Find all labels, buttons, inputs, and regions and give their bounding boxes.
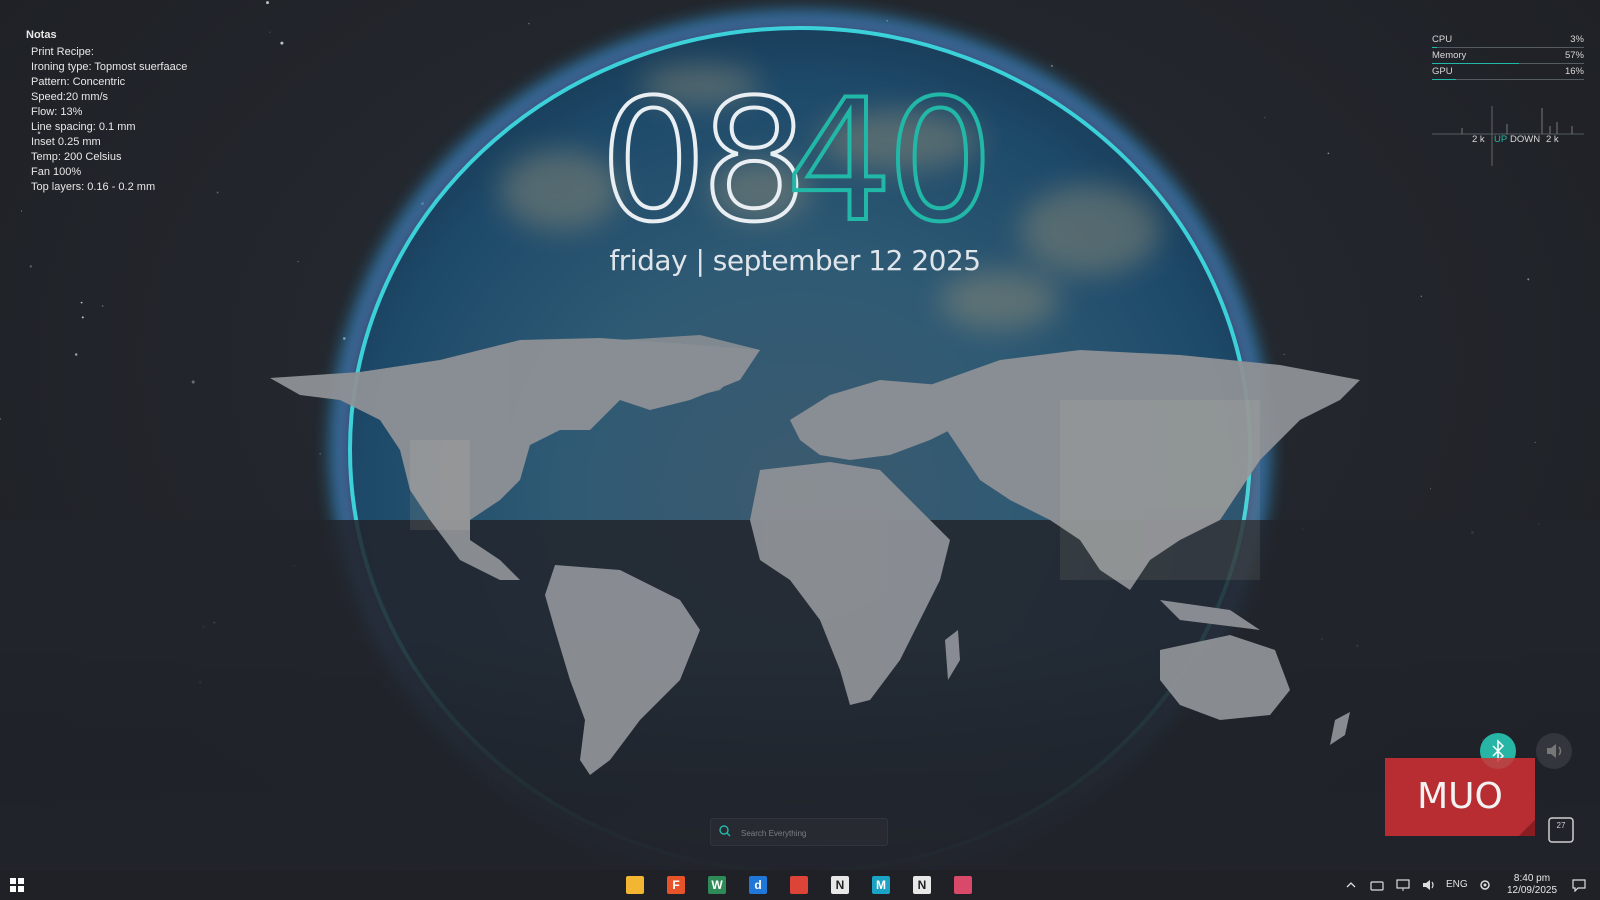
notes-line: Temp: 200 Celsius [31, 151, 122, 163]
volume-button[interactable] [1536, 733, 1572, 769]
notion-2-icon[interactable]: N [913, 876, 931, 894]
net-up-label: UP [1494, 134, 1508, 145]
app-m-icon[interactable]: M [872, 876, 890, 894]
notes-line: Fan 100% [31, 166, 82, 178]
gpu-value: 16% [1564, 66, 1584, 77]
app-f-icon[interactable]: F [667, 876, 685, 894]
notes-title: Notas [26, 29, 57, 41]
network-graph [1432, 106, 1584, 166]
net-down-label: DOWN [1510, 134, 1541, 145]
clock-widget: 08 40 [598, 63, 996, 259]
volume-icon[interactable] [1422, 878, 1436, 892]
chevron-up-icon[interactable] [1346, 880, 1356, 890]
cpu-value: 3% [1570, 34, 1584, 45]
clock-hours: 08 [598, 63, 810, 259]
taskbar-date: 12/09/2025 [1506, 885, 1558, 896]
notes-line: Inset 0.25 mm [31, 136, 101, 148]
search-icon [719, 825, 731, 837]
memory-label: Memory [1432, 50, 1467, 61]
notes-line: Pattern: Concentric [31, 76, 126, 88]
memory-value: 57% [1564, 50, 1584, 61]
memory-meter: Memory 57% [1432, 49, 1584, 65]
notification-icon[interactable] [1572, 878, 1586, 892]
taskbar: F Wd N M N ENG 8:40 pm 12/09/2025 [0, 870, 1600, 900]
file-explorer-icon[interactable] [626, 876, 644, 894]
notes-line: Flow: 13% [31, 106, 83, 118]
search-input[interactable] [739, 822, 883, 844]
calendar-icon[interactable]: 27 [1546, 814, 1576, 844]
language-indicator[interactable]: ENG [1446, 879, 1468, 890]
taskbar-clock[interactable]: 8:40 pm 12/09/2025 [1502, 873, 1562, 897]
date-display: friday | september 12 2025 [609, 244, 981, 277]
windows-start-icon[interactable] [10, 878, 24, 892]
notes-line: Line spacing: 0.1 mm [31, 121, 136, 133]
gpu-meter: GPU 16% [1432, 65, 1584, 81]
notes-line: Print Recipe: [31, 46, 94, 58]
chrome-icon[interactable] [790, 876, 808, 894]
gpu-label: GPU [1432, 66, 1453, 77]
net-up-value: 2 k [1472, 134, 1485, 145]
taskbar-time: 8:40 pm [1513, 873, 1551, 884]
folder-tray-icon[interactable] [1370, 878, 1384, 892]
clock-minutes: 40 [784, 63, 996, 259]
desktop-wallpaper: Notas Print Recipe: Ironing type: Topmos… [0, 0, 1600, 900]
app-d-icon[interactable]: d [749, 876, 767, 894]
speaker-icon [1547, 744, 1562, 758]
network-icon[interactable] [1396, 878, 1410, 892]
calendar-day: 27 [1557, 821, 1566, 830]
notion-icon[interactable]: N [831, 876, 849, 894]
app-snip-icon[interactable] [954, 876, 972, 894]
muo-logo: MUO [1385, 758, 1535, 836]
app-w-icon[interactable]: W [708, 876, 726, 894]
notes-line: Top layers: 0.16 - 0.2 mm [31, 181, 156, 193]
cpu-meter: CPU 3% [1432, 33, 1584, 49]
cpu-label: CPU [1432, 34, 1453, 45]
notes-widget: Notas Print Recipe: Ironing type: Topmos… [26, 28, 187, 195]
search-bar[interactable] [710, 818, 888, 846]
muo-logo-text: MUO [1417, 776, 1503, 817]
notes-line: Ironing type: Topmost suerfaace [31, 61, 188, 73]
gear-icon[interactable] [1478, 878, 1492, 892]
net-down-value: 2 k [1546, 134, 1559, 145]
notes-line: Speed:20 mm/s [31, 91, 109, 103]
system-monitor-widget: CPU 3% Memory 57% GPU 16% [1432, 33, 1584, 81]
